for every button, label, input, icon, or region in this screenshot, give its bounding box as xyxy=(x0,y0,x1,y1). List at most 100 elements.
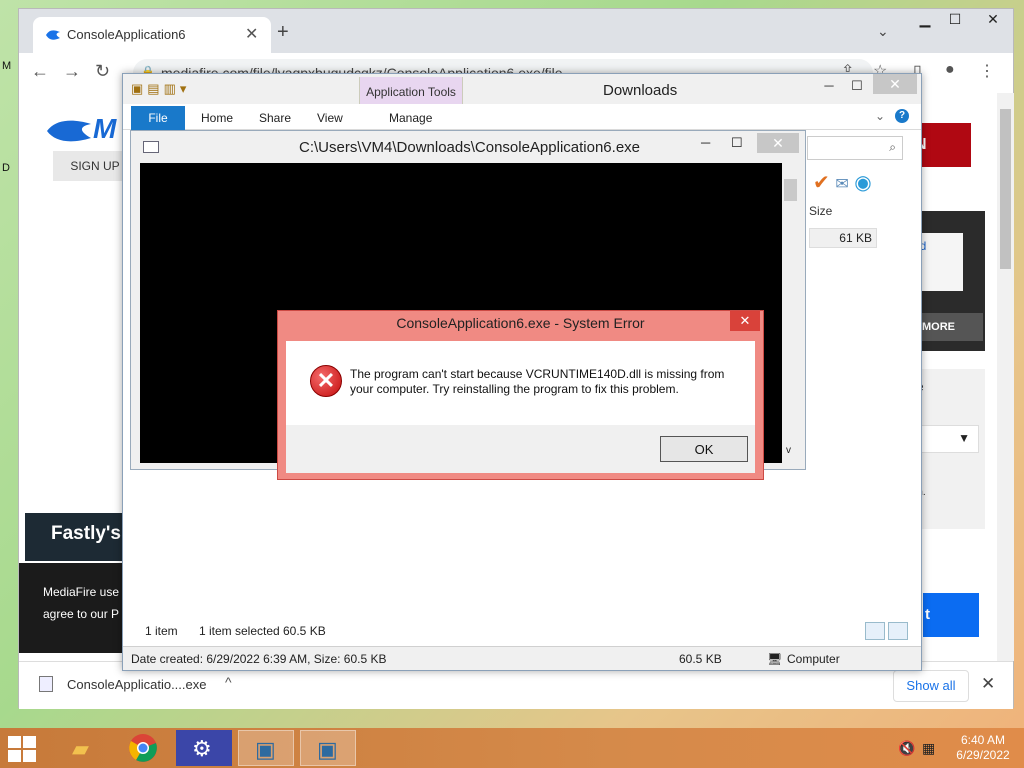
taskbar-console-app-2[interactable]: ▣ xyxy=(300,730,356,766)
close-button[interactable]: ✕ xyxy=(977,11,1009,28)
dialog-body: ✕ The program can't start because VCRUNT… xyxy=(286,341,755,473)
network-icon[interactable]: ▦ xyxy=(922,740,935,757)
cookie-line-1: MediaFire use xyxy=(43,585,120,599)
ok-button[interactable]: OK xyxy=(660,436,748,462)
reload-icon[interactable]: ↻ xyxy=(95,61,110,82)
dialog-close-button[interactable]: ✕ xyxy=(730,311,760,331)
desktop-label-m: M xyxy=(2,60,12,72)
mediafire-favicon-icon xyxy=(46,30,60,40)
chrome-icon xyxy=(129,734,157,762)
column-size-header[interactable]: Size xyxy=(809,204,832,218)
mediafire-logo[interactable]: M xyxy=(45,113,116,145)
forward-icon[interactable]: → xyxy=(63,61,81,82)
details-view-icon[interactable] xyxy=(865,622,885,640)
tab-view[interactable]: View xyxy=(317,111,343,125)
clock[interactable]: 6:40 AM 6/29/2022 xyxy=(948,733,1018,763)
error-icon: ✕ xyxy=(310,365,342,397)
mail-icon[interactable]: ✉ xyxy=(835,176,848,193)
globe-icon[interactable]: ◉ xyxy=(854,172,871,194)
quick-access-toolbar-icon[interactable]: ▣▤▥▾ xyxy=(131,81,190,97)
search-icon: ⌕ xyxy=(889,140,896,154)
volume-muted-icon[interactable]: 🔇 xyxy=(898,740,915,757)
windows-logo-pane xyxy=(23,750,36,762)
start-button[interactable] xyxy=(6,734,38,762)
chevron-up-icon[interactable]: ^ xyxy=(225,674,232,690)
window-icon: ▣ xyxy=(317,737,338,762)
taskbar-settings[interactable]: ⚙ xyxy=(176,730,232,766)
window-icon: ▣ xyxy=(255,737,276,762)
tab-title: ConsoleApplication6 xyxy=(67,27,186,42)
console-title: C:\Users\VM4\Downloads\ConsoleApplicatio… xyxy=(299,139,641,156)
explorer-ribbon: File Home Share View Manage ⌄ ? xyxy=(123,104,921,130)
fastly-banner: Fastly's xyxy=(25,513,125,561)
toolbar-icons: ✔ ✉ ◉ xyxy=(813,170,872,195)
explorer-minimize-button[interactable]: ─ xyxy=(815,78,843,93)
mediafire-flame-icon xyxy=(47,120,91,141)
file-size-cell: 61 KB xyxy=(809,228,877,248)
console-close-button[interactable]: ✕ xyxy=(757,133,799,153)
tab-search-icon[interactable]: ⌄ xyxy=(877,23,889,40)
minimize-button[interactable]: ▁ xyxy=(909,11,941,28)
tab-close-icon[interactable]: ✕ xyxy=(245,24,258,44)
page-scrollbar[interactable] xyxy=(997,93,1014,661)
windows-logo-pane xyxy=(8,750,21,762)
taskbar-file-explorer[interactable]: ▰ xyxy=(56,730,112,766)
logo-text: M xyxy=(93,113,117,144)
explorer-title: Downloads xyxy=(603,82,678,99)
menu-icon[interactable]: ⋮ xyxy=(979,61,995,81)
details-size: 60.5 KB xyxy=(679,652,722,666)
back-icon[interactable]: ← xyxy=(31,61,49,82)
explorer-maximize-button[interactable]: ☐ xyxy=(843,78,871,94)
console-minimize-button[interactable]: ─ xyxy=(701,135,710,150)
clock-time: 6:40 AM xyxy=(960,733,1006,747)
show-all-button[interactable]: Show all xyxy=(893,670,969,702)
new-tab-button[interactable]: + xyxy=(277,21,289,44)
taskbar-chrome[interactable] xyxy=(116,730,172,766)
error-message: The program can't start because VCRUNTIM… xyxy=(350,367,725,396)
checkmark-icon[interactable]: ✔ xyxy=(813,172,830,194)
cookie-notice: MediaFire use agree to our P xyxy=(19,563,127,653)
scrollbar-thumb[interactable] xyxy=(1000,109,1011,269)
ribbon-expand-icon[interactable]: ⌄ xyxy=(875,109,885,123)
cookie-line-2: agree to our P xyxy=(43,607,120,621)
scroll-down-icon[interactable]: v xyxy=(786,445,791,456)
computer-icon: 🖥 xyxy=(767,652,783,666)
tab-manage[interactable]: Manage xyxy=(389,111,432,125)
accept-button[interactable]: t xyxy=(923,593,979,637)
tab-home[interactable]: Home xyxy=(201,111,233,125)
tab-share[interactable]: Share xyxy=(259,111,291,125)
view-toggle xyxy=(865,622,911,643)
tab-strip: ConsoleApplication6 ✕ + ⌄ ▁ ☐ ✕ xyxy=(19,9,1013,53)
explorer-statusbar: 1 item 1 item selected 60.5 KB xyxy=(123,618,921,642)
taskbar-console-app[interactable]: ▣ xyxy=(238,730,294,766)
download-filename[interactable]: ConsoleApplicatio....exe xyxy=(67,677,206,692)
details-bar: Date created: 6/29/2022 6:39 AM, Size: 6… xyxy=(123,646,921,670)
console-app-icon xyxy=(143,141,159,153)
selection-size: 60.5 KB xyxy=(283,624,326,638)
taskbar: ▰ ⚙ ▣ ▣ 🔇 ▦ 6:40 AM 6/29/2022 xyxy=(0,728,1024,768)
maximize-button[interactable]: ☐ xyxy=(939,11,971,28)
gear-icon: ⚙ xyxy=(192,736,212,761)
dialog-title: ConsoleApplication6.exe - System Error xyxy=(396,315,645,331)
close-shelf-icon[interactable]: ✕ xyxy=(981,674,995,694)
dialog-footer: OK xyxy=(286,425,755,473)
help-icon[interactable]: ? xyxy=(895,109,909,123)
search-input[interactable]: ⌕ xyxy=(807,136,903,160)
tab-file[interactable]: File xyxy=(131,106,185,130)
console-scroll-thumb[interactable] xyxy=(784,179,797,201)
console-maximize-button[interactable]: ☐ xyxy=(731,135,743,151)
browser-tab[interactable]: ConsoleApplication6 ✕ xyxy=(33,17,271,53)
file-icon xyxy=(39,676,53,692)
item-count: 1 item xyxy=(145,624,178,638)
windows-logo-pane xyxy=(23,736,36,748)
large-icons-view-icon[interactable] xyxy=(888,622,908,640)
profile-avatar-icon[interactable]: ● xyxy=(945,61,955,79)
details-location: Computer xyxy=(787,652,840,666)
console-scrollbar[interactable]: v xyxy=(782,163,799,463)
application-tools-label: Application Tools xyxy=(359,77,463,105)
windows-logo-icon xyxy=(8,736,21,748)
selection-count: 1 item selected xyxy=(199,624,280,638)
folder-icon: ▰ xyxy=(72,736,89,761)
console-titlebar: C:\Users\VM4\Downloads\ConsoleApplicatio… xyxy=(131,131,805,163)
explorer-close-button[interactable]: ✕ xyxy=(873,74,917,94)
